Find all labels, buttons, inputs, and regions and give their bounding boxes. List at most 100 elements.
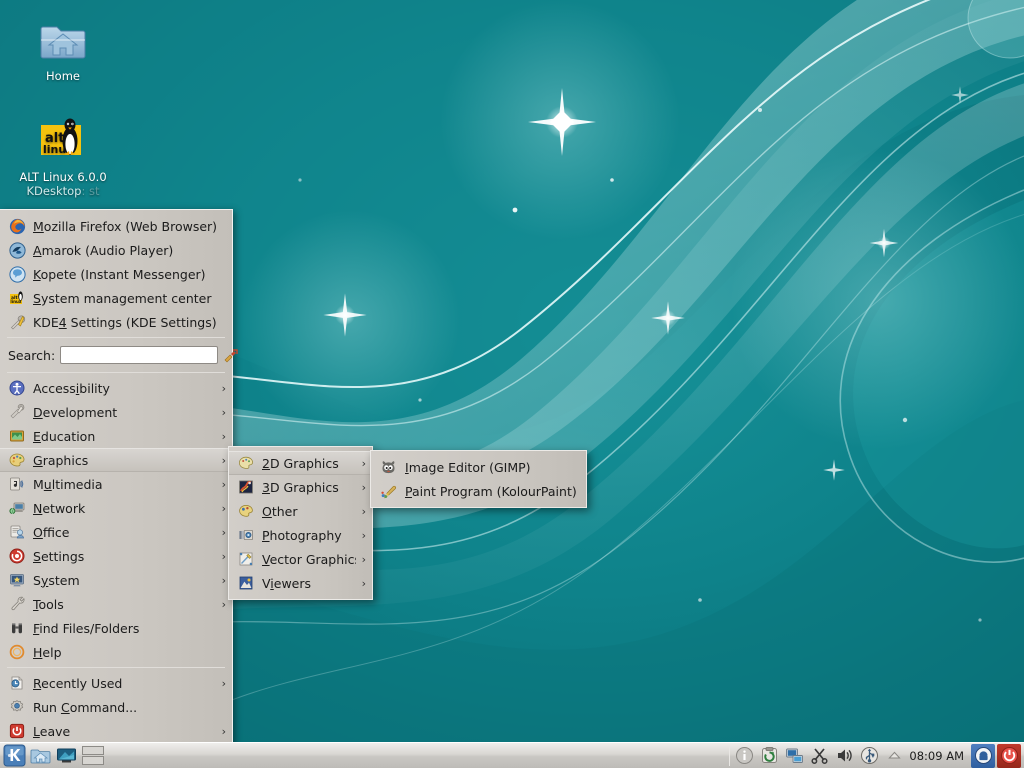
logout-button[interactable]: [997, 743, 1021, 768]
submenu-item-3d-graphics[interactable]: 3D Graphics ›: [229, 475, 372, 499]
menu-category-development[interactable]: Development ›: [0, 400, 232, 424]
pager-desktop-1[interactable]: [82, 746, 104, 755]
submenu-item-kolourpaint[interactable]: Paint Program (KolourPaint): [371, 479, 586, 503]
chevron-right-icon: ›: [221, 381, 226, 395]
chevron-right-icon: ›: [361, 480, 366, 494]
run-command-icon: [8, 698, 26, 716]
desktop-icon-alt-linux-label-line1: ALT Linux 6.0.0: [19, 170, 107, 184]
folder-home-icon: [8, 14, 118, 66]
development-icon: [8, 403, 26, 421]
submenu-item-kolourpaint-label: Paint Program (KolourPaint): [405, 483, 577, 499]
menu-item-kopete[interactable]: Kopete (Instant Messenger): [0, 262, 232, 286]
menu-separator-1: [7, 337, 225, 338]
chevron-right-icon: ›: [361, 456, 366, 470]
desktop-icon-alt-linux-label-line2: KDesktop: [26, 184, 82, 198]
menu-category-network[interactable]: Network ›: [0, 496, 232, 520]
network-monitor-tray-icon[interactable]: [784, 745, 805, 766]
submenu-item-photography[interactable]: Photography ›: [229, 523, 372, 547]
chevron-right-icon: ›: [221, 501, 226, 515]
taskbar-clock[interactable]: 08:09 AM: [907, 749, 970, 763]
chevron-right-icon: ›: [361, 552, 366, 566]
menu-item-help[interactable]: Help: [0, 640, 232, 664]
kopete-icon: [8, 265, 26, 283]
search-broom-icon[interactable]: [222, 346, 238, 364]
chevron-right-icon: ›: [221, 525, 226, 539]
chevron-right-icon: ›: [221, 573, 226, 587]
desktop-icon-alt-linux[interactable]: alt linux ALT Linux 6.0.0 KDesktop: st: [8, 115, 118, 198]
menu-category-tools-label: Tools: [33, 596, 64, 612]
settings-icon: [8, 547, 26, 565]
lock-screen-button[interactable]: [971, 743, 995, 768]
menu-category-system[interactable]: System ›: [0, 568, 232, 592]
k-menu-button[interactable]: [1, 744, 27, 768]
volume-tray-icon[interactable]: [834, 745, 855, 766]
info-tray-icon[interactable]: [734, 745, 755, 766]
help-icon: [8, 643, 26, 661]
submenu-item-2d-graphics[interactable]: 2D Graphics ›: [229, 451, 372, 475]
scissors-tray-icon[interactable]: [809, 745, 830, 766]
pager-desktop-2[interactable]: [82, 756, 104, 765]
menu-category-education-label: Education: [33, 428, 96, 444]
menu-item-leave[interactable]: Leave ›: [0, 719, 232, 743]
menu-category-tools[interactable]: Tools ›: [0, 592, 232, 616]
menu-item-kde4-settings[interactable]: KDE4 Settings (KDE Settings): [0, 310, 232, 334]
menu-category-accessibility[interactable]: Accessibility ›: [0, 376, 232, 400]
taskbar-show-desktop-launcher[interactable]: [54, 744, 78, 768]
multimedia-icon: [8, 475, 26, 493]
chevron-right-icon: ›: [221, 724, 226, 738]
menu-category-education[interactable]: Education ›: [0, 424, 232, 448]
kickoff-menu[interactable]: Mozilla Firefox (Web Browser) Amarok (Au…: [0, 209, 238, 748]
menu-item-recently-used[interactable]: Recently Used ›: [0, 671, 232, 695]
chevron-right-icon: ›: [221, 429, 226, 443]
alt-linux-icon: alt linux: [8, 289, 26, 307]
menu-item-run-command-label: Run Command...: [33, 699, 138, 715]
submenu-item-gimp[interactable]: Image Editor (GIMP): [371, 455, 586, 479]
menu-separator-2: [7, 372, 225, 373]
desktop-icon-home-label: Home: [46, 69, 80, 83]
system-tray[interactable]: 08:09 AM: [727, 743, 1024, 768]
menu-item-run-command[interactable]: Run Command...: [0, 695, 232, 719]
menu-item-find-files-folders-label: Find Files/Folders: [33, 620, 140, 636]
menu-item-help-label: Help: [33, 644, 62, 660]
firefox-icon: [8, 217, 26, 235]
menu-item-kopete-label: Kopete (Instant Messenger): [33, 266, 206, 282]
alt-linux-logo-icon: alt linux: [8, 115, 118, 167]
chevron-right-icon: ›: [361, 576, 366, 590]
photography-icon: [237, 526, 255, 544]
desktop-icon-alt-linux-label-faint: : st: [81, 184, 100, 198]
kolourpaint-icon: [379, 482, 397, 500]
menu-item-amarok[interactable]: Amarok (Audio Player): [0, 238, 232, 262]
submenu-item-viewers[interactable]: Viewers ›: [229, 571, 372, 595]
tray-expand-arrow-icon[interactable]: [884, 745, 905, 766]
menu-category-office[interactable]: Office ›: [0, 520, 232, 544]
menu-category-multimedia[interactable]: Multimedia ›: [0, 472, 232, 496]
menu-category-settings[interactable]: Settings ›: [0, 544, 232, 568]
menu-item-system-management-center[interactable]: alt linux System management center: [0, 286, 232, 310]
desktop[interactable]: Home alt linux ALT Linux 6.0.0 KDesktop:…: [0, 0, 1024, 768]
menu-item-firefox[interactable]: Mozilla Firefox (Web Browser): [0, 214, 232, 238]
menu-item-find-files-folders[interactable]: Find Files/Folders: [0, 616, 232, 640]
submenu-graphics[interactable]: 2D Graphics › 3D Graphics › Other › Phot…: [228, 446, 373, 600]
search-input[interactable]: [60, 346, 219, 364]
desktop-icon-home[interactable]: Home: [8, 14, 118, 83]
chevron-right-icon: ›: [221, 676, 226, 690]
system-icon: [8, 571, 26, 589]
binoculars-icon: [8, 619, 26, 637]
submenu-item-other[interactable]: Other ›: [229, 499, 372, 523]
search-row[interactable]: Search:: [0, 341, 238, 369]
taskbar[interactable]: 08:09 AM: [0, 742, 1024, 768]
desktop-pager[interactable]: [82, 745, 104, 767]
tray-separator: [729, 745, 731, 766]
usb-tray-icon[interactable]: [859, 745, 880, 766]
menu-category-graphics[interactable]: Graphics ›: [0, 448, 232, 472]
graphics-icon: [8, 451, 26, 469]
klipper-tray-icon[interactable]: [759, 745, 780, 766]
menu-item-leave-label: Leave: [33, 723, 71, 739]
leave-power-icon: [8, 722, 26, 740]
submenu-2d-graphics[interactable]: Image Editor (GIMP) Paint Program (Kolou…: [370, 450, 587, 508]
menu-category-multimedia-label: Multimedia: [33, 476, 103, 492]
menu-category-system-label: System: [33, 572, 80, 588]
submenu-item-vector-graphics[interactable]: Vector Graphics ›: [229, 547, 372, 571]
taskbar-home-launcher[interactable]: [28, 744, 52, 768]
chevron-right-icon: ›: [361, 504, 366, 518]
